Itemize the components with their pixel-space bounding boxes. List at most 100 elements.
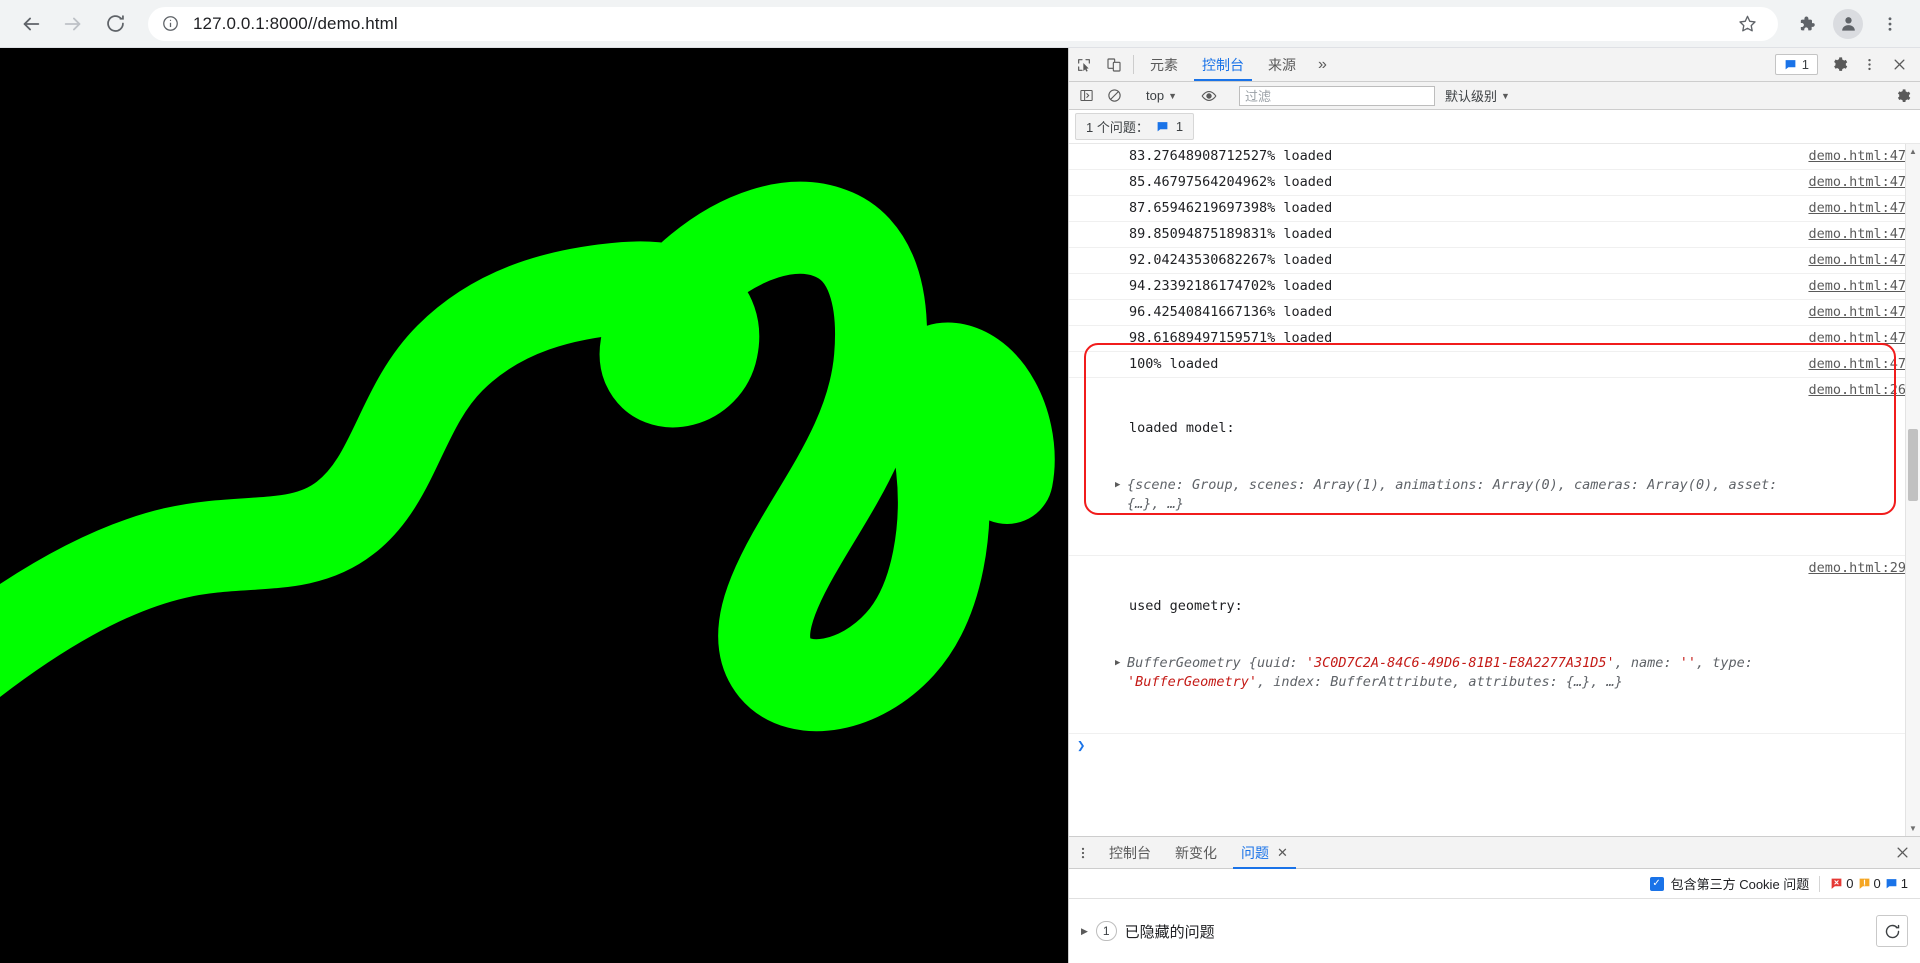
hidden-issues-label: 已隐藏的问题 [1124, 923, 1215, 941]
console-object-preview-text: {scene: Group, scenes: Array(1), animati… [1127, 477, 1786, 512]
clear-console-button[interactable] [1101, 84, 1127, 108]
drawer-tab-changes-label: 新变化 [1175, 844, 1217, 861]
console-sidebar-toggle[interactable] [1073, 84, 1099, 108]
star-icon[interactable] [1730, 7, 1764, 41]
reload-button[interactable] [94, 3, 136, 45]
checkbox-checked-icon[interactable]: ✓ [1649, 876, 1664, 891]
console-object-row[interactable]: loaded model: ▶ {scene: Group, scenes: A… [1069, 378, 1920, 556]
forward-button[interactable] [52, 3, 94, 45]
console-message-row[interactable]: 96.42540841667136% loaded demo.html:47 [1069, 300, 1920, 326]
address-bar[interactable]: 127.0.0.1:8000//demo.html [148, 6, 1778, 41]
browser-toolbar: 127.0.0.1:8000//demo.html [0, 0, 1920, 48]
kebab-menu-icon [1888, 16, 1892, 31]
message-count-badge[interactable]: 1 [1774, 54, 1818, 75]
hidden-issues-row[interactable]: ▶ 1 已隐藏的问题 [1069, 899, 1920, 963]
error-count: 0 [1830, 876, 1854, 891]
geometry-mid: , name: [1614, 655, 1680, 671]
expand-triangle-icon[interactable]: ▶ [1115, 654, 1127, 673]
console-message-row[interactable]: 100% loaded demo.html:47 [1069, 352, 1920, 378]
drawer-tab-console[interactable]: 控制台 [1097, 837, 1163, 868]
avatar [1833, 8, 1863, 39]
device-toggle-icon [1107, 57, 1121, 72]
live-expression-button[interactable] [1196, 84, 1222, 108]
scroll-down-arrow[interactable]: ▼ [1906, 821, 1920, 836]
error-icon [1830, 877, 1843, 890]
console-message-row[interactable]: 94.23392186174702% loaded demo.html:47 [1069, 274, 1920, 300]
console-object-preview[interactable]: ▶ {scene: Group, scenes: Array(1), anima… [1115, 476, 1794, 514]
console-message-text: 94.23392186174702% loaded [1129, 278, 1333, 294]
console-message-list[interactable]: 83.27648908712527% loaded demo.html:47 8… [1069, 144, 1920, 836]
console-message-source[interactable]: demo.html:47 [1808, 251, 1906, 270]
drawer-tab-issues-label: 问题 [1241, 844, 1269, 861]
scroll-up-arrow[interactable]: ▲ [1906, 144, 1920, 159]
url-text: 127.0.0.1:8000//demo.html [193, 13, 398, 33]
console-message-source[interactable]: demo.html:47 [1808, 329, 1906, 348]
geometry-mid2: , type: [1695, 655, 1761, 671]
devtools-close-button[interactable] [1884, 57, 1914, 72]
console-message-row[interactable]: 89.85094875189831% loaded demo.html:47 [1069, 222, 1920, 248]
drawer-tab-issues[interactable]: 问题 ✕ [1229, 837, 1300, 869]
devtools-menu-button[interactable] [1854, 57, 1884, 72]
console-message-row[interactable]: 85.46797564204962% loaded demo.html:47 [1069, 170, 1920, 196]
prompt-caret-icon: ❯ [1077, 738, 1086, 754]
console-message-source[interactable]: demo.html:47 [1808, 173, 1906, 192]
extensions-button[interactable] [1786, 4, 1826, 44]
inspect-element-button[interactable] [1069, 48, 1099, 81]
console-message-source[interactable]: demo.html:47 [1808, 303, 1906, 322]
console-filter-input[interactable]: 过滤 [1239, 85, 1435, 106]
console-message-source[interactable]: demo.html:47 [1808, 147, 1906, 166]
console-object-source[interactable]: demo.html:26 [1808, 381, 1906, 400]
green-ribbon-shape [0, 48, 1068, 963]
device-toolbar-button[interactable] [1099, 48, 1129, 81]
drawer-tab-changes[interactable]: 新变化 [1163, 837, 1229, 868]
drawer-menu-button[interactable] [1069, 837, 1097, 868]
console-message-row[interactable]: 87.65946219697398% loaded demo.html:47 [1069, 196, 1920, 222]
back-button[interactable] [10, 3, 52, 45]
webgl-viewport[interactable] [0, 48, 1068, 963]
clear-console-icon [1107, 89, 1121, 102]
console-message-source[interactable]: demo.html:47 [1808, 355, 1906, 374]
console-settings-button[interactable] [1890, 84, 1916, 108]
person-icon [1841, 17, 1855, 31]
third-party-cookie-checkbox[interactable]: ✓ 包含第三方 Cookie 问题 [1649, 874, 1810, 893]
devtools-settings-button[interactable] [1824, 56, 1854, 73]
message-count: 1 [1801, 57, 1809, 72]
expand-triangle-icon[interactable]: ▶ [1115, 476, 1127, 495]
more-tabs-button[interactable]: » [1308, 48, 1337, 81]
console-message-source[interactable]: demo.html:47 [1808, 199, 1906, 218]
browser-menu-button[interactable] [1870, 4, 1910, 44]
console-object-preview[interactable]: ▶ BufferGeometry {uuid: '3C0D7C2A-84C6-4… [1115, 654, 1794, 692]
console-object-source[interactable]: demo.html:29 [1808, 559, 1906, 578]
chevron-down-icon: ▼ [1501, 90, 1510, 101]
site-info-icon[interactable] [162, 15, 179, 32]
drawer-close-button[interactable] [1884, 837, 1920, 868]
console-message-row[interactable]: 92.04243530682267% loaded demo.html:47 [1069, 248, 1920, 274]
kebab-menu-icon [1081, 847, 1085, 858]
profile-button[interactable] [1828, 4, 1868, 44]
warning-icon [1858, 877, 1871, 890]
tab-elements[interactable]: 元素 [1138, 48, 1190, 81]
expand-triangle-icon[interactable]: ▶ [1081, 926, 1088, 937]
tab-sources[interactable]: 来源 [1256, 48, 1308, 81]
console-message-source[interactable]: demo.html:47 [1808, 277, 1906, 296]
console-issue-bar: 1 个问题： 1 [1069, 110, 1920, 144]
console-object-row[interactable]: used geometry: ▶ BufferGeometry {uuid: '… [1069, 556, 1920, 734]
warning-count-value: 0 [1873, 876, 1881, 891]
third-party-cookie-label: 包含第三方 Cookie 问题 [1670, 877, 1810, 892]
execution-context-selector[interactable]: top ▼ [1140, 88, 1183, 103]
close-icon [1894, 59, 1904, 70]
drawer-tab-issues-close-icon[interactable]: ✕ [1277, 845, 1288, 861]
tab-console[interactable]: 控制台 [1190, 48, 1256, 81]
issues-summary-chip[interactable]: 1 个问题： 1 [1075, 113, 1195, 140]
console-message-row[interactable]: 98.61689497159571% loaded demo.html:47 [1069, 326, 1920, 352]
console-prompt[interactable]: ❯ [1069, 734, 1920, 758]
console-message-source[interactable]: demo.html:47 [1808, 225, 1906, 244]
tab-elements-label: 元素 [1150, 56, 1178, 73]
console-scrollbar[interactable]: ▲ ▼ [1905, 144, 1920, 836]
scrollbar-thumb[interactable] [1908, 429, 1918, 501]
log-level-selector[interactable]: 默认级别 ▼ [1441, 86, 1514, 105]
console-message-row[interactable]: 83.27648908712527% loaded demo.html:47 [1069, 144, 1920, 170]
eye-icon [1201, 90, 1217, 101]
refresh-issues-button[interactable] [1876, 915, 1908, 947]
log-level-value: 默认级别 [1445, 89, 1498, 104]
